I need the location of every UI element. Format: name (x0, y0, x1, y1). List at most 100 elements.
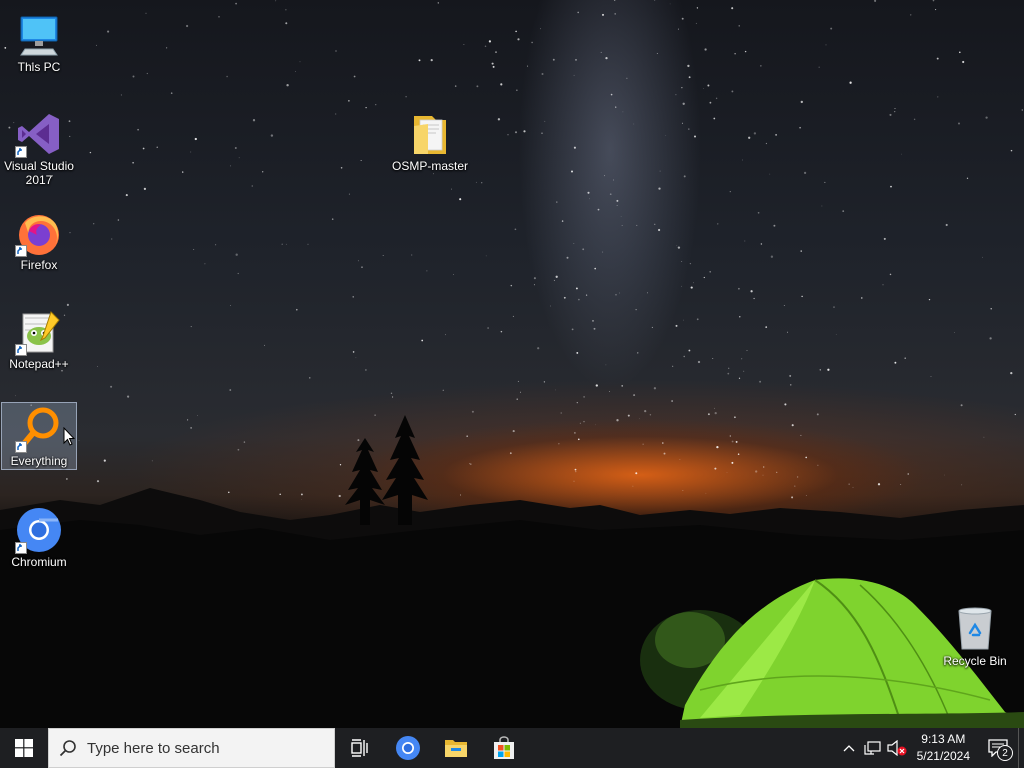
star (614, 13, 617, 15)
star (744, 240, 746, 242)
star (301, 498, 302, 500)
star (430, 58, 433, 62)
star (614, 0, 616, 1)
star (615, 106, 617, 108)
taskbar-file-explorer-button[interactable] (432, 728, 480, 768)
desktop-icon-recycle-bin[interactable]: Recycle Bin (937, 602, 1013, 670)
desktop-icon-label: Notepad++ (9, 357, 69, 371)
chromium-icon (396, 736, 420, 760)
desktop-icon-visual-studio[interactable]: Visual Studio 2017 (1, 107, 77, 187)
star (682, 319, 684, 321)
desktop-background[interactable]: This PC Visual Studio 2017 Firefox Notep… (0, 0, 1024, 728)
desktop-icon-osmp-master[interactable]: OSMP-master (391, 107, 469, 175)
desktop-icon-everything[interactable]: Everything (1, 402, 77, 470)
star (589, 198, 590, 200)
taskbar-chromium-button[interactable] (384, 728, 432, 768)
star (709, 271, 711, 273)
star (783, 304, 785, 306)
star (285, 243, 287, 245)
star (487, 327, 489, 329)
show-desktop-button[interactable] (1018, 728, 1024, 768)
star (621, 385, 624, 387)
star (190, 326, 192, 328)
taskbar-clock[interactable]: 9:13 AM 5/21/2024 (909, 731, 978, 765)
star (204, 263, 206, 265)
taskbar-microsoft-store-button[interactable] (480, 728, 528, 768)
star (120, 94, 122, 96)
desktop-icon-firefox[interactable]: Firefox (1, 206, 77, 274)
star (637, 352, 639, 354)
star (392, 396, 394, 398)
star (573, 146, 576, 149)
star (928, 298, 931, 301)
star (243, 441, 246, 443)
star (703, 88, 705, 89)
star (145, 12, 147, 14)
star (571, 170, 573, 173)
star (543, 381, 546, 383)
desktop-icon-notepad-plus-plus[interactable]: Notepad++ (1, 305, 77, 373)
desktop-icon-chromium[interactable]: Chromium (1, 503, 77, 571)
star (421, 339, 424, 342)
star (689, 262, 692, 265)
star (193, 249, 195, 250)
star (627, 414, 630, 417)
desktop-icon-label: Recycle Bin (943, 654, 1007, 668)
network-icon (864, 741, 881, 755)
star (552, 58, 555, 61)
star (848, 483, 850, 485)
star (635, 472, 638, 475)
network-status-button[interactable] (861, 728, 885, 768)
star (495, 51, 497, 53)
star (500, 330, 503, 333)
star (360, 160, 362, 161)
star (759, 380, 762, 383)
desktop-icon-this-pc[interactable]: This PC (1, 8, 77, 76)
star (352, 351, 355, 353)
star (299, 61, 301, 63)
start-button[interactable] (0, 728, 48, 768)
star (817, 464, 819, 466)
action-center-button[interactable]: 2 (978, 728, 1018, 768)
star (741, 358, 743, 360)
star (348, 100, 350, 102)
star (533, 284, 535, 286)
star (475, 181, 477, 183)
taskbar-search-box[interactable]: Type here to search (48, 728, 335, 768)
volume-button[interactable] (885, 728, 909, 768)
task-view-icon (351, 739, 368, 757)
star (707, 413, 710, 416)
star (658, 228, 661, 232)
star (677, 246, 681, 249)
star (901, 153, 902, 155)
star (583, 420, 585, 423)
star (688, 76, 691, 79)
star (488, 40, 492, 43)
star (418, 59, 421, 62)
star (616, 199, 619, 202)
task-view-button[interactable] (336, 728, 384, 768)
star (574, 468, 577, 471)
star (644, 409, 647, 413)
star (96, 480, 100, 483)
star (132, 75, 135, 78)
star (137, 128, 139, 131)
star (575, 59, 577, 61)
star (609, 193, 612, 196)
star (309, 377, 311, 379)
star (338, 494, 341, 498)
star (555, 389, 557, 391)
star (679, 459, 681, 460)
star (760, 65, 762, 67)
star (890, 185, 892, 188)
show-hidden-icons-button[interactable] (837, 728, 861, 768)
star (275, 0, 277, 2)
star (550, 305, 551, 307)
star (405, 96, 407, 98)
star (816, 413, 819, 416)
star (821, 205, 823, 207)
star (609, 390, 611, 392)
star (889, 273, 892, 276)
star (681, 87, 683, 89)
star (894, 361, 897, 364)
